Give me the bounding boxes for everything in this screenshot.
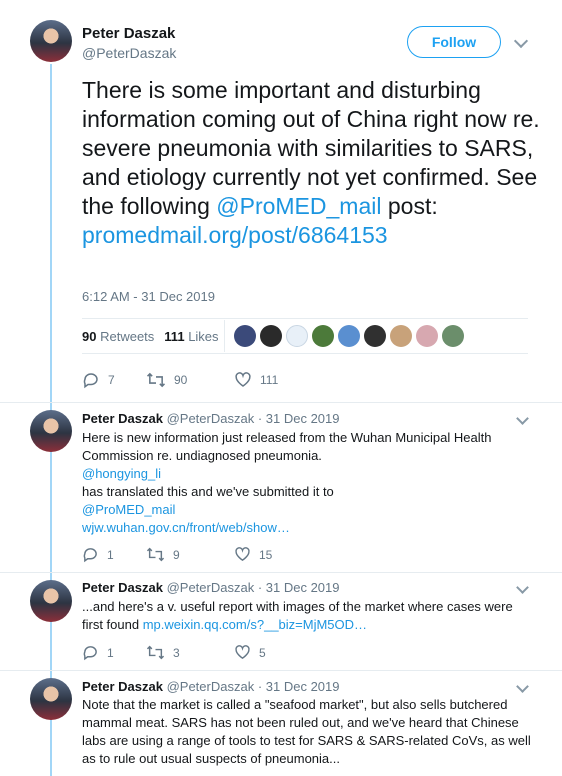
like-icon xyxy=(234,644,251,661)
divider xyxy=(0,402,562,403)
mention-link[interactable]: @ProMED_mail xyxy=(216,193,381,219)
like-button[interactable]: 15 xyxy=(234,546,272,563)
retweets-count: 90 xyxy=(82,329,97,344)
mention-link[interactable]: @ProMED_mail xyxy=(82,502,175,517)
author-handle[interactable]: @PeterDaszak xyxy=(167,679,255,694)
reply-header: Peter Daszak @PeterDaszak · 31 Dec 2019 xyxy=(82,580,340,595)
avatar[interactable] xyxy=(30,580,72,622)
reply-button[interactable]: 7 xyxy=(82,371,134,389)
reply-button[interactable]: 1 xyxy=(82,644,134,661)
reply-count: 1 xyxy=(107,547,114,562)
tweet-timestamp[interactable]: 6:12 AM - 31 Dec 2019 xyxy=(82,289,215,304)
mention-link[interactable]: @hongying_li xyxy=(82,466,161,481)
author-handle[interactable]: @PeterDaszak xyxy=(167,411,255,426)
avatar[interactable] xyxy=(30,678,72,720)
like-button[interactable]: 111 xyxy=(234,371,278,389)
avatar[interactable] xyxy=(30,20,72,62)
avatar[interactable] xyxy=(260,325,282,347)
reply-date[interactable]: · 31 Dec 2019 xyxy=(258,411,340,426)
author-name[interactable]: Peter Daszak xyxy=(82,679,163,694)
chevron-down-icon[interactable] xyxy=(516,412,529,425)
follow-button[interactable]: Follow xyxy=(407,26,501,58)
engagement-stats: 90 Retweets 111 Likes xyxy=(82,329,219,344)
like-icon xyxy=(234,546,251,563)
reply-text: ...and here's a v. useful report with im… xyxy=(82,598,532,634)
like-count: 5 xyxy=(259,645,266,660)
retweets-stat[interactable]: 90 Retweets xyxy=(82,329,154,344)
reply-text: Note that the market is called a "seafoo… xyxy=(82,697,531,766)
liker-avatars xyxy=(234,325,464,347)
like-button[interactable]: 5 xyxy=(234,644,266,661)
retweets-label: Retweets xyxy=(100,329,155,344)
chevron-down-icon[interactable] xyxy=(516,581,529,594)
avatar[interactable] xyxy=(234,325,256,347)
tweet-actions: 1 9 15 xyxy=(82,546,272,563)
reply-text-body: Here is new information just released fr… xyxy=(82,430,492,463)
retweet-button[interactable]: 9 xyxy=(146,546,234,563)
retweet-icon xyxy=(146,371,166,389)
divider xyxy=(82,353,528,354)
author-name[interactable]: Peter Daszak xyxy=(82,25,175,42)
chevron-down-icon[interactable] xyxy=(516,680,529,693)
likes-label: Likes xyxy=(188,329,219,344)
tweet-actions: 1 3 5 xyxy=(82,644,266,661)
reply-text: Here is new information just released fr… xyxy=(82,429,532,537)
retweet-count: 3 xyxy=(173,645,180,660)
avatar[interactable] xyxy=(312,325,334,347)
tweet-actions: 7 90 111 xyxy=(82,371,278,389)
chevron-down-icon[interactable] xyxy=(513,33,529,49)
retweet-icon xyxy=(146,644,165,661)
reply-text-body: has translated this and we've submitted … xyxy=(82,484,334,499)
reply-count: 1 xyxy=(107,645,114,660)
tweet-text-tail: post: xyxy=(381,193,438,219)
avatar[interactable] xyxy=(364,325,386,347)
retweet-count: 90 xyxy=(174,373,188,387)
like-icon xyxy=(234,371,252,389)
reply-count: 7 xyxy=(108,373,115,387)
author-handle[interactable]: @PeterDaszak xyxy=(167,580,255,595)
avatar[interactable] xyxy=(390,325,412,347)
author-name[interactable]: Peter Daszak xyxy=(82,411,163,426)
tweet-text: There is some important and disturbing i… xyxy=(82,76,542,250)
author-name[interactable]: Peter Daszak xyxy=(82,580,163,595)
reply-icon xyxy=(82,371,100,389)
divider xyxy=(0,572,562,573)
retweet-button[interactable]: 3 xyxy=(146,644,234,661)
reply-header: Peter Daszak @PeterDaszak · 31 Dec 2019 xyxy=(82,411,340,426)
avatar[interactable] xyxy=(442,325,464,347)
url-link[interactable]: promedmail.org/post/6864153 xyxy=(82,222,388,248)
avatar[interactable] xyxy=(416,325,438,347)
retweet-icon xyxy=(146,546,165,563)
likes-count: 111 xyxy=(164,329,185,344)
likes-stat[interactable]: 111 Likes xyxy=(164,329,218,344)
retweet-button[interactable]: 90 xyxy=(146,371,234,389)
reply-date[interactable]: · 31 Dec 2019 xyxy=(258,679,340,694)
retweet-count: 9 xyxy=(173,547,180,562)
reply-header: Peter Daszak @PeterDaszak · 31 Dec 2019 xyxy=(82,679,340,694)
url-link[interactable]: wjw.wuhan.gov.cn/front/web/show… xyxy=(82,520,290,535)
reply-date[interactable]: · 31 Dec 2019 xyxy=(258,580,340,595)
url-link[interactable]: mp.weixin.qq.com/s?__biz=MjM5OD… xyxy=(143,617,367,632)
divider xyxy=(82,318,528,319)
reply-icon xyxy=(82,644,99,661)
like-count: 15 xyxy=(259,547,273,562)
reply-icon xyxy=(82,546,99,563)
avatar[interactable] xyxy=(286,325,308,347)
divider xyxy=(0,670,562,671)
reply-button[interactable]: 1 xyxy=(82,546,134,563)
avatar[interactable] xyxy=(338,325,360,347)
author-handle[interactable]: @PeterDaszak xyxy=(82,45,176,61)
avatar[interactable] xyxy=(30,410,72,452)
stat-divider xyxy=(224,320,225,352)
like-count: 111 xyxy=(260,373,279,387)
